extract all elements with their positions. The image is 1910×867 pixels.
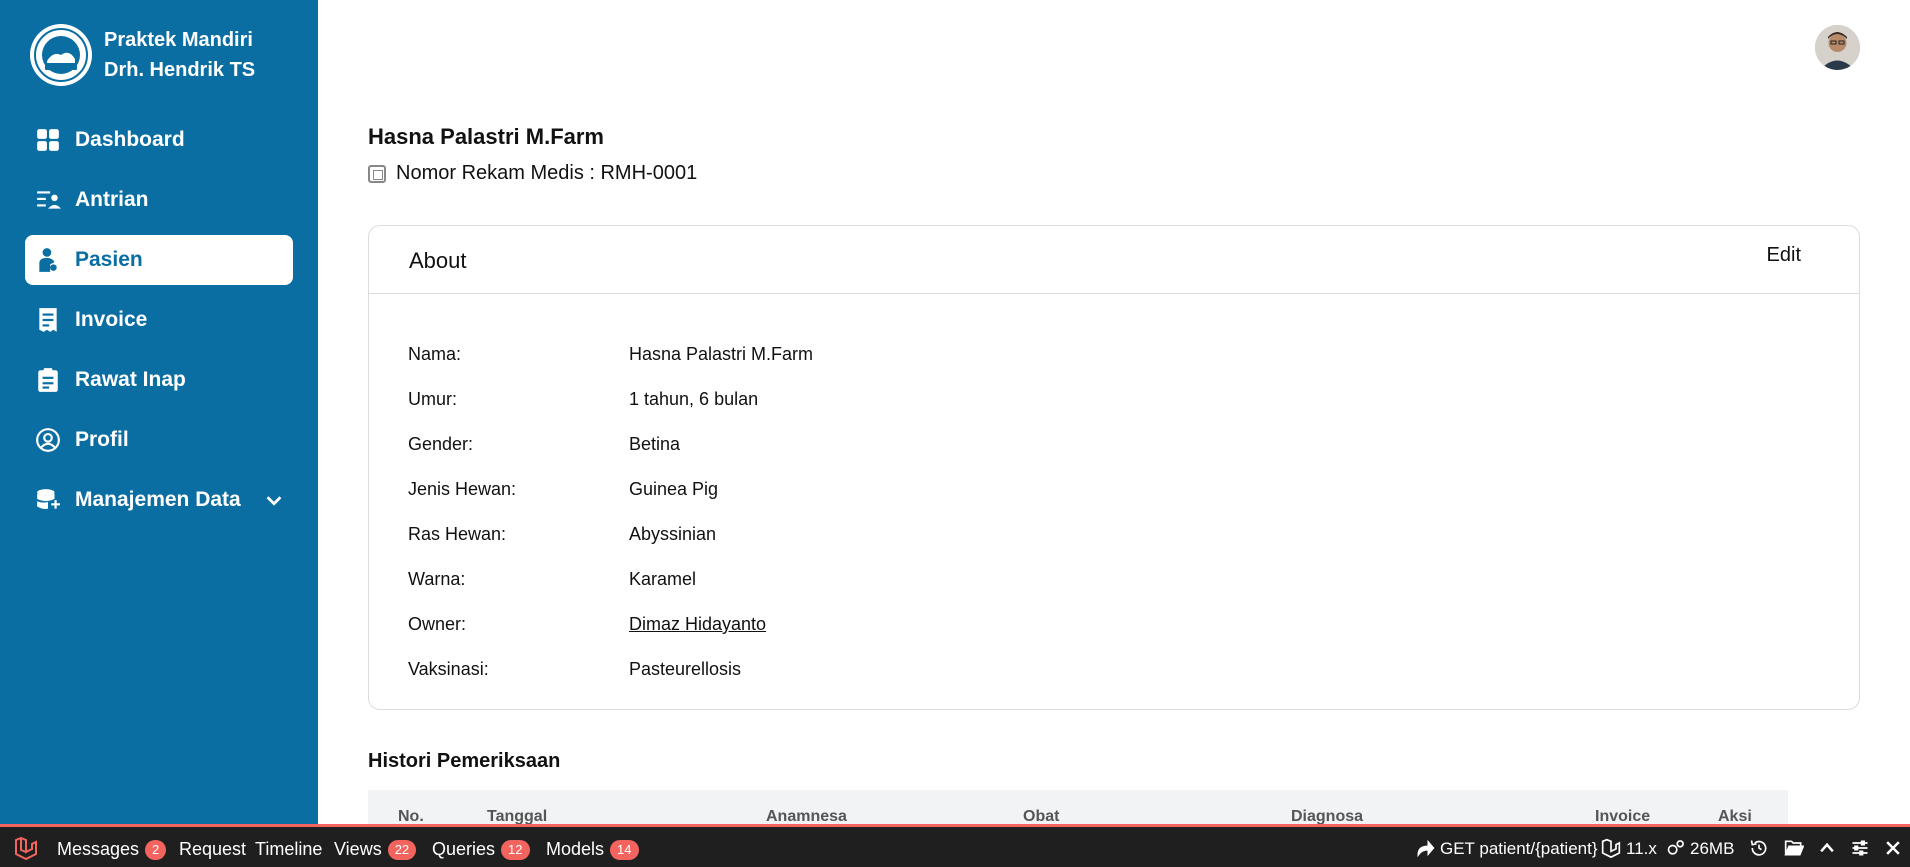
database-icon — [35, 487, 61, 513]
debug-tab-queries[interactable]: Queries 12 — [432, 837, 530, 861]
history-table-header: No. Tanggal Anamnesa Obat Diagnosa Invoi… — [368, 790, 1788, 826]
info-value: Betina — [629, 434, 681, 454]
record-icon — [368, 164, 386, 183]
history-icon[interactable] — [1749, 838, 1769, 858]
avatar[interactable] — [1815, 25, 1860, 70]
debug-tab-timeline[interactable]: Timeline — [255, 837, 322, 861]
owner-link[interactable]: Dimaz Hidayanto — [629, 614, 766, 634]
debug-tab-request[interactable]: Request — [179, 837, 246, 861]
close-icon[interactable] — [1883, 838, 1903, 858]
settings-sliders-icon[interactable] — [1850, 838, 1870, 858]
folder-open-icon[interactable] — [1784, 838, 1805, 858]
chevron-up-icon[interactable] — [1817, 838, 1837, 858]
sidebar-item-label: Invoice — [75, 308, 148, 331]
info-label: Vaksinasi: — [408, 659, 489, 679]
clipboard-icon — [35, 367, 61, 393]
debug-tab-models[interactable]: Models 14 — [546, 837, 639, 861]
debug-tab-label: Messages — [57, 839, 140, 859]
info-label: Nama: — [408, 344, 462, 364]
sidebar-item-label: Rawat Inap — [75, 368, 186, 391]
info-value: Pasteurellosis — [629, 659, 742, 679]
laravel-logo-icon[interactable] — [14, 836, 38, 861]
sidebar-item-label: Manajemen Data — [75, 488, 241, 511]
info-value: Hasna Palastri M.Farm — [629, 344, 814, 364]
brand-name: Praktek Mandiri Drh. Hendrik TS — [104, 25, 255, 85]
sidebar-item-dashboard[interactable]: Dashboard — [25, 115, 293, 165]
receipt-icon — [35, 307, 61, 333]
laravel-version-icon — [1601, 838, 1621, 859]
info-value: Karamel — [629, 569, 697, 589]
about-card: About Edit Nama: Hasna Palastri M.Farm U… — [368, 225, 1860, 710]
info-value: Abyssinian — [629, 524, 717, 544]
info-label: Jenis Hewan: — [408, 479, 517, 499]
debug-tab-count: 14 — [610, 840, 639, 860]
debug-tab-count: 22 — [387, 840, 417, 860]
clinic-logo-icon — [30, 24, 92, 86]
about-card-header: About Edit — [369, 226, 1859, 294]
sidebar-nav: Dashboard Antrian Pasien Invoice Rawat I… — [25, 115, 293, 535]
info-label: Umur: — [408, 389, 457, 409]
info-label: Ras Hewan: — [408, 524, 507, 544]
debug-memory: 26MB — [1690, 839, 1735, 858]
page-title: Hasna Palastri M.Farm — [368, 124, 604, 149]
user-circle-icon — [35, 427, 61, 453]
info-value-owner: Dimaz Hidayanto — [629, 614, 766, 635]
sidebar-item-label: Antrian — [75, 188, 149, 211]
sidebar-item-manajemen-data[interactable]: Manajemen Data — [25, 475, 293, 525]
grid-icon — [35, 127, 61, 153]
about-title: About — [409, 248, 467, 273]
sidebar-item-label: Profil — [75, 428, 129, 451]
debug-bar: Messages 2 Request Timeline Views 22 Queri… — [0, 824, 1910, 867]
sidebar-item-rawat-inap[interactable]: Rawat Inap — [25, 355, 293, 405]
medical-record-label: Nomor Rekam Medis : RMH-0001 — [396, 162, 698, 184]
sidebar-item-profil[interactable]: Profil — [25, 415, 293, 465]
info-label: Owner: — [408, 614, 467, 634]
debug-tab-label: Views — [334, 839, 382, 859]
debug-tab-messages[interactable]: Messages 2 — [57, 837, 167, 861]
info-label: Warna: — [408, 569, 466, 589]
debug-route[interactable]: GET patient/{patient} — [1440, 837, 1598, 861]
queue-icon — [35, 187, 61, 213]
sidebar-item-antrian[interactable]: Antrian — [25, 175, 293, 225]
debug-tab-count: 2 — [145, 840, 167, 860]
debug-tab-label: Models — [546, 839, 605, 859]
debug-tab-count: 12 — [501, 840, 530, 860]
chevron-down-icon[interactable] — [263, 489, 285, 511]
sidebar-item-invoice[interactable]: Invoice — [25, 295, 293, 345]
sidebar-item-pasien[interactable]: Pasien — [25, 235, 293, 285]
brand[interactable]: Praktek Mandiri Drh. Hendrik TS — [30, 24, 255, 86]
sidebar: Praktek Mandiri Drh. Hendrik TS Dashboar… — [0, 0, 318, 826]
sidebar-item-label: Pasien — [75, 248, 143, 271]
info-label: Gender: — [408, 434, 474, 454]
history-title: Histori Pemeriksaan — [368, 750, 561, 772]
brand-line-2: Drh. Hendrik TS — [104, 59, 256, 81]
edit-button[interactable]: Edit — [1767, 244, 1801, 267]
debug-tab-label: Queries — [432, 839, 496, 859]
sidebar-item-label: Dashboard — [75, 128, 185, 151]
debug-tab-label: Timeline — [255, 839, 323, 859]
brand-line-1: Praktek Mandiri — [104, 29, 253, 51]
info-value: Guinea Pig — [629, 479, 719, 499]
debug-version: 11.x — [1626, 839, 1657, 858]
share-icon — [1415, 838, 1435, 858]
info-value: 1 tahun, 6 bulan — [629, 389, 759, 409]
debug-tab-views[interactable]: Views 22 — [334, 837, 417, 861]
cogs-icon — [1666, 838, 1686, 858]
patient-icon — [35, 247, 61, 273]
debug-tab-label: Request — [179, 839, 247, 859]
medical-record-number: Nomor Rekam Medis : RMH-0001 — [368, 162, 697, 185]
